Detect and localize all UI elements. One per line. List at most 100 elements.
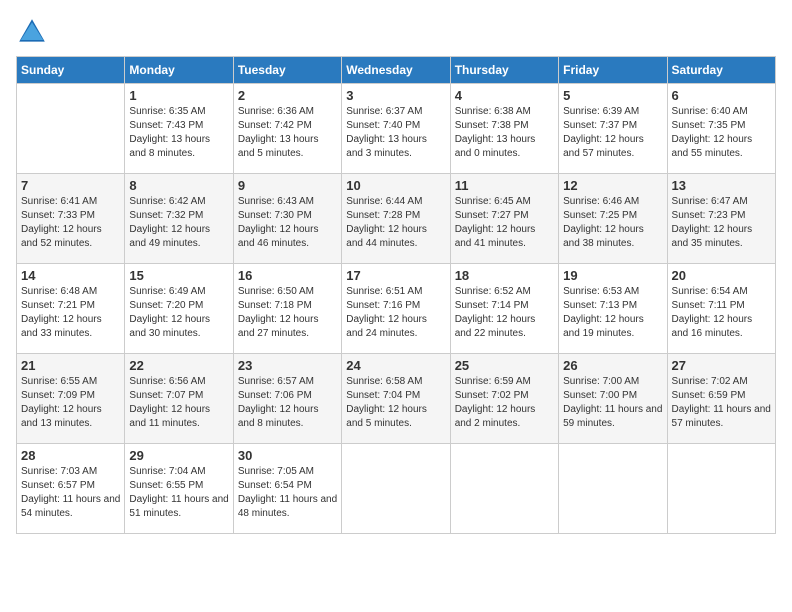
weekday-header-friday: Friday [559, 57, 667, 84]
day-number: 15 [129, 268, 228, 283]
day-info: Sunrise: 6:56 AMSunset: 7:07 PMDaylight:… [129, 375, 228, 431]
weekday-header-row: SundayMondayTuesdayWednesdayThursdayFrid… [17, 57, 776, 84]
weekday-header-wednesday: Wednesday [342, 57, 450, 84]
calendar-cell: 13Sunrise: 6:47 AMSunset: 7:23 PMDayligh… [667, 174, 775, 264]
week-row-1: 1Sunrise: 6:35 AMSunset: 7:43 PMDaylight… [17, 84, 776, 174]
weekday-header-sunday: Sunday [17, 57, 125, 84]
day-info: Sunrise: 6:48 AMSunset: 7:21 PMDaylight:… [21, 285, 120, 341]
day-info: Sunrise: 7:00 AMSunset: 7:00 PMDaylight:… [563, 375, 662, 431]
day-info: Sunrise: 6:40 AMSunset: 7:35 PMDaylight:… [672, 105, 771, 161]
day-info: Sunrise: 6:43 AMSunset: 7:30 PMDaylight:… [238, 195, 337, 251]
week-row-4: 21 Sunrise: 6:55 AMSunset: 7:09 PMDayligh… [17, 354, 776, 444]
weekday-header-tuesday: Tuesday [233, 57, 341, 84]
day-number: 12 [563, 178, 662, 193]
day-info: Sunrise: 6:39 AMSunset: 7:37 PMDaylight:… [563, 105, 662, 161]
calendar-cell: 12 Sunrise: 6:46 AMSunset: 7:25 PMDayligh… [559, 174, 667, 264]
calendar-cell: 14Sunrise: 6:48 AMSunset: 7:21 PMDayligh… [17, 264, 125, 354]
day-info: Sunrise: 6:35 AMSunset: 7:43 PMDaylight:… [129, 105, 228, 161]
day-info: Sunrise: 6:50 AMSunset: 7:18 PMDaylight:… [238, 285, 337, 341]
day-info: Sunrise: 6:36 AMSunset: 7:42 PMDaylight:… [238, 105, 337, 161]
calendar-cell: 1Sunrise: 6:35 AMSunset: 7:43 PMDaylight… [125, 84, 233, 174]
calendar-cell: 17 Sunrise: 6:51 AMSunset: 7:16 PMDayligh… [342, 264, 450, 354]
day-info: Sunrise: 6:58 AMSunset: 7:04 PMDaylight:… [346, 375, 445, 431]
day-info: Sunrise: 6:55 AMSunset: 7:09 PMDaylight:… [21, 375, 120, 431]
day-info: Sunrise: 6:41 AMSunset: 7:33 PMDaylight:… [21, 195, 120, 251]
calendar-cell: 9 Sunrise: 6:43 AMSunset: 7:30 PMDaylight… [233, 174, 341, 264]
calendar-cell: 5 Sunrise: 6:39 AMSunset: 7:37 PMDaylight… [559, 84, 667, 174]
day-number: 8 [129, 178, 228, 193]
day-info: Sunrise: 6:42 AMSunset: 7:32 PMDaylight:… [129, 195, 228, 251]
week-row-2: 7 Sunrise: 6:41 AMSunset: 7:33 PMDaylight… [17, 174, 776, 264]
calendar-body: 1Sunrise: 6:35 AMSunset: 7:43 PMDaylight… [17, 84, 776, 534]
week-row-5: 28 Sunrise: 7:03 AMSunset: 6:57 PMDayligh… [17, 444, 776, 534]
day-info: Sunrise: 6:49 AMSunset: 7:20 PMDaylight:… [129, 285, 228, 341]
day-number: 21 [21, 358, 120, 373]
day-info: Sunrise: 6:45 AMSunset: 7:27 PMDaylight:… [455, 195, 554, 251]
calendar-cell: 21 Sunrise: 6:55 AMSunset: 7:09 PMDayligh… [17, 354, 125, 444]
day-number: 27 [672, 358, 771, 373]
weekday-header-monday: Monday [125, 57, 233, 84]
calendar-cell: 8 Sunrise: 6:42 AMSunset: 7:32 PMDaylight… [125, 174, 233, 264]
calendar-cell: 28 Sunrise: 7:03 AMSunset: 6:57 PMDayligh… [17, 444, 125, 534]
calendar-cell: 3 Sunrise: 6:37 AMSunset: 7:40 PMDaylight… [342, 84, 450, 174]
day-info: Sunrise: 6:47 AMSunset: 7:23 PMDaylight:… [672, 195, 771, 251]
calendar-cell: 22 Sunrise: 6:56 AMSunset: 7:07 PMDayligh… [125, 354, 233, 444]
day-info: Sunrise: 6:53 AMSunset: 7:13 PMDaylight:… [563, 285, 662, 341]
calendar-cell: 10 Sunrise: 6:44 AMSunset: 7:28 PMDayligh… [342, 174, 450, 264]
calendar-cell [559, 444, 667, 534]
day-number: 6 [672, 88, 771, 103]
day-info: Sunrise: 6:59 AMSunset: 7:02 PMDaylight:… [455, 375, 554, 431]
day-number: 11 [455, 178, 554, 193]
day-number: 4 [455, 88, 554, 103]
day-number: 17 [346, 268, 445, 283]
calendar-cell: 15 Sunrise: 6:49 AMSunset: 7:20 PMDayligh… [125, 264, 233, 354]
day-info: Sunrise: 7:05 AMSunset: 6:54 PMDaylight:… [238, 465, 337, 521]
day-number: 30 [238, 448, 337, 463]
day-number: 24 [346, 358, 445, 373]
calendar-cell: 6 Sunrise: 6:40 AMSunset: 7:35 PMDaylight… [667, 84, 775, 174]
day-number: 29 [129, 448, 228, 463]
day-number: 16 [238, 268, 337, 283]
calendar-cell: 20 Sunrise: 6:54 AMSunset: 7:11 PMDayligh… [667, 264, 775, 354]
day-number: 10 [346, 178, 445, 193]
day-info: Sunrise: 6:54 AMSunset: 7:11 PMDaylight:… [672, 285, 771, 341]
calendar-cell: 23 Sunrise: 6:57 AMSunset: 7:06 PMDayligh… [233, 354, 341, 444]
day-number: 25 [455, 358, 554, 373]
calendar-cell: 26 Sunrise: 7:00 AMSunset: 7:00 PMDayligh… [559, 354, 667, 444]
calendar-cell [667, 444, 775, 534]
day-number: 7 [21, 178, 120, 193]
day-info: Sunrise: 6:57 AMSunset: 7:06 PMDaylight:… [238, 375, 337, 431]
calendar-cell [450, 444, 558, 534]
day-number: 26 [563, 358, 662, 373]
day-number: 9 [238, 178, 337, 193]
calendar-table: SundayMondayTuesdayWednesdayThursdayFrid… [16, 56, 776, 534]
weekday-header-saturday: Saturday [667, 57, 775, 84]
calendar-header: SundayMondayTuesdayWednesdayThursdayFrid… [17, 57, 776, 84]
calendar-cell [17, 84, 125, 174]
logo-icon [16, 16, 48, 48]
calendar-cell [342, 444, 450, 534]
day-number: 3 [346, 88, 445, 103]
calendar-cell: 16 Sunrise: 6:50 AMSunset: 7:18 PMDayligh… [233, 264, 341, 354]
day-info: Sunrise: 7:03 AMSunset: 6:57 PMDaylight:… [21, 465, 120, 521]
day-number: 23 [238, 358, 337, 373]
calendar-cell: 29Sunrise: 7:04 AMSunset: 6:55 PMDayligh… [125, 444, 233, 534]
day-info: Sunrise: 6:46 AMSunset: 7:25 PMDaylight:… [563, 195, 662, 251]
day-info: Sunrise: 6:37 AMSunset: 7:40 PMDaylight:… [346, 105, 445, 161]
calendar-cell: 30 Sunrise: 7:05 AMSunset: 6:54 PMDayligh… [233, 444, 341, 534]
day-number: 28 [21, 448, 120, 463]
calendar-cell: 24 Sunrise: 6:58 AMSunset: 7:04 PMDayligh… [342, 354, 450, 444]
day-info: Sunrise: 6:44 AMSunset: 7:28 PMDaylight:… [346, 195, 445, 251]
calendar-cell: 18Sunrise: 6:52 AMSunset: 7:14 PMDayligh… [450, 264, 558, 354]
day-info: Sunrise: 6:52 AMSunset: 7:14 PMDaylight:… [455, 285, 554, 341]
day-number: 20 [672, 268, 771, 283]
calendar-cell: 4Sunrise: 6:38 AMSunset: 7:38 PMDaylight… [450, 84, 558, 174]
calendar-cell: 25 Sunrise: 6:59 AMSunset: 7:02 PMDayligh… [450, 354, 558, 444]
calendar-cell: 7 Sunrise: 6:41 AMSunset: 7:33 PMDaylight… [17, 174, 125, 264]
day-number: 22 [129, 358, 228, 373]
day-number: 2 [238, 88, 337, 103]
calendar-cell: 19Sunrise: 6:53 AMSunset: 7:13 PMDayligh… [559, 264, 667, 354]
day-number: 5 [563, 88, 662, 103]
calendar-cell: 11 Sunrise: 6:45 AMSunset: 7:27 PMDayligh… [450, 174, 558, 264]
day-info: Sunrise: 6:51 AMSunset: 7:16 PMDaylight:… [346, 285, 445, 341]
